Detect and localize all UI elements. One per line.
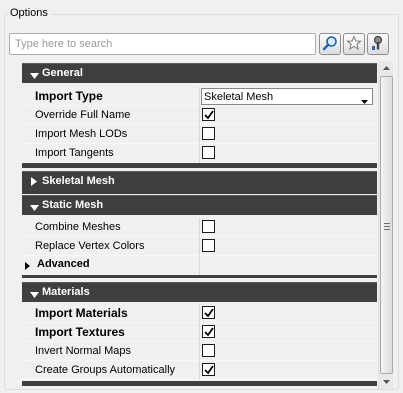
search-field[interactable] (9, 33, 316, 55)
wrench-icon (370, 35, 386, 54)
favorites-button[interactable] (343, 33, 365, 55)
row-override-full-name: Override Full Name (22, 106, 377, 125)
scrollbar-thumb[interactable] (380, 76, 393, 374)
property-grid: General Import Type Skeletal Mesh Overri… (22, 61, 377, 389)
column-divider (199, 237, 200, 256)
row-invert-normal-maps: Invert Normal Maps (22, 342, 377, 361)
import-type-select[interactable]: Skeletal Mesh (201, 88, 373, 105)
column-divider (199, 256, 200, 275)
checkmark-icon (204, 110, 214, 120)
row-combine-meshes: Combine Meshes (22, 218, 377, 237)
category-static-mesh[interactable]: Static Mesh (22, 195, 377, 215)
options-title: Options (8, 7, 50, 19)
property-label: Create Groups Automatically (35, 364, 176, 376)
scroll-down-arrow[interactable] (379, 375, 394, 389)
row-import-mesh-lods: Import Mesh LODs (22, 125, 377, 144)
override-full-name-checkbox[interactable] (202, 108, 215, 121)
column-divider (199, 144, 200, 163)
import-mesh-lods-checkbox[interactable] (202, 127, 215, 140)
column-divider (199, 218, 200, 237)
property-label: Combine Meshes (35, 221, 121, 233)
checkmark-icon (204, 308, 214, 318)
expanded-triangle-icon (30, 289, 39, 301)
row-import-textures: Import Textures (22, 323, 377, 342)
import-tangents-checkbox[interactable] (202, 146, 215, 159)
property-label: Invert Normal Maps (35, 345, 131, 357)
magnifier-icon (322, 35, 338, 54)
category-skeletal-mesh[interactable]: Skeletal Mesh (22, 171, 377, 191)
property-label: Import Materials (35, 306, 128, 320)
row-advanced[interactable]: Advanced (22, 256, 377, 275)
category-footer (22, 163, 377, 168)
row-create-groups-automatically: Create Groups Automatically (22, 361, 377, 380)
collapsed-triangle-icon (25, 261, 30, 273)
create-groups-automatically-checkbox[interactable] (202, 363, 215, 376)
category-label: Materials (42, 286, 90, 298)
property-label: Override Full Name (35, 109, 131, 121)
vertical-scrollbar[interactable] (378, 61, 393, 389)
collapsed-triangle-icon (31, 177, 37, 189)
category-label: Static Mesh (42, 199, 104, 211)
property-label: Replace Vertex Colors (35, 240, 145, 252)
checkmark-icon (204, 327, 214, 337)
row-import-type: Import Type Skeletal Mesh (22, 87, 377, 106)
property-label: Import Mesh LODs (35, 128, 128, 140)
combine-meshes-checkbox[interactable] (202, 220, 215, 233)
expanded-triangle-icon (30, 70, 39, 82)
grip-icon (384, 223, 390, 232)
search-input[interactable] (10, 34, 315, 54)
column-divider (199, 323, 200, 342)
column-divider (199, 342, 200, 361)
star-icon (346, 34, 362, 54)
category-footer (22, 381, 377, 386)
category-label: Skeletal Mesh (42, 175, 115, 187)
row-replace-vertex-colors: Replace Vertex Colors (22, 237, 377, 256)
property-label: Import Tangents (35, 147, 114, 159)
property-label: Import Textures (35, 325, 125, 339)
checkmark-icon (204, 365, 214, 375)
column-divider (199, 106, 200, 125)
category-materials[interactable]: Materials (22, 282, 377, 302)
invert-normal-maps-checkbox[interactable] (202, 344, 215, 357)
category-footer (22, 191, 377, 194)
row-import-materials: Import Materials (22, 304, 377, 323)
search-button[interactable] (319, 33, 341, 55)
column-divider (199, 125, 200, 144)
column-divider (199, 87, 200, 106)
category-label: General (42, 67, 83, 79)
expanded-triangle-icon (30, 202, 39, 214)
import-type-value: Skeletal Mesh (204, 91, 274, 103)
settings-button[interactable] (367, 33, 389, 55)
replace-vertex-colors-checkbox[interactable] (202, 239, 215, 252)
column-divider (199, 361, 200, 380)
property-label: Import Type (35, 89, 103, 103)
row-import-tangents: Import Tangents (22, 144, 377, 163)
scroll-up-arrow[interactable] (379, 61, 394, 75)
category-footer (22, 275, 377, 278)
column-divider (199, 304, 200, 323)
import-materials-checkbox[interactable] (202, 306, 215, 319)
category-general[interactable]: General (22, 63, 377, 83)
advanced-label: Advanced (37, 258, 90, 270)
import-textures-checkbox[interactable] (202, 325, 215, 338)
